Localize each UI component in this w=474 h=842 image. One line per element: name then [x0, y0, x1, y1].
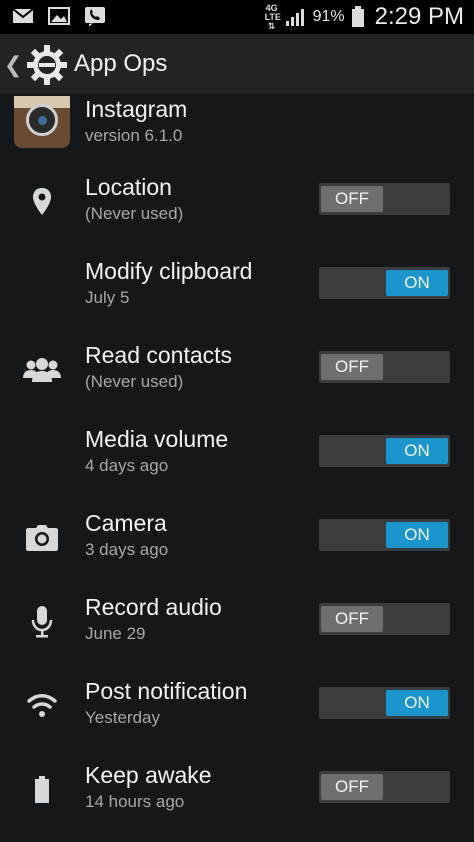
- record-audio-toggle[interactable]: OFF: [319, 603, 450, 635]
- camera-icon: [22, 520, 62, 556]
- permission-row-location[interactable]: Location (Never used) OFF: [0, 160, 474, 244]
- permission-title: Camera: [85, 510, 167, 536]
- permission-row-post-notification[interactable]: Post notification Yesterday ON: [0, 664, 474, 748]
- permission-row-camera[interactable]: Camera 3 days ago ON: [0, 496, 474, 580]
- permission-row-read-contacts[interactable]: Read contacts (Never used) OFF: [0, 328, 474, 412]
- image-icon: [48, 7, 70, 25]
- app-ops-list: Instagram version 6.1.0 Location (Never …: [0, 96, 474, 842]
- missed-call-icon: [85, 7, 105, 26]
- permission-last-used: (Never used): [85, 204, 184, 223]
- post-notification-toggle[interactable]: ON: [319, 687, 450, 719]
- permission-title: Record audio: [85, 594, 222, 620]
- battery-icon: [22, 772, 62, 808]
- permission-last-used: (Never used): [85, 372, 184, 391]
- permission-title: Post notification: [85, 678, 248, 704]
- keep-awake-toggle[interactable]: OFF: [319, 771, 450, 803]
- toggle-state-label: ON: [386, 522, 448, 548]
- back-icon[interactable]: ❮: [4, 52, 22, 78]
- wifi-icon: [22, 688, 62, 724]
- media-volume-toggle[interactable]: ON: [319, 435, 450, 467]
- permission-title: Modify clipboard: [85, 258, 253, 284]
- permission-last-used: 14 hours ago: [85, 792, 185, 811]
- permission-title: Location: [85, 174, 172, 200]
- permission-title: Keep awake: [85, 762, 212, 788]
- location-icon: [22, 184, 62, 220]
- permission-last-used: Yesterday: [85, 708, 160, 727]
- battery-status-icon: [351, 6, 364, 27]
- modify-clipboard-toggle[interactable]: ON: [319, 267, 450, 299]
- permission-row-record-audio[interactable]: Record audio June 29 OFF: [0, 580, 474, 664]
- location-toggle[interactable]: OFF: [319, 183, 450, 215]
- permission-row-media-volume[interactable]: Media volume 4 days ago ON: [0, 412, 474, 496]
- toggle-state-label: ON: [386, 438, 448, 464]
- app-version: version 6.1.0: [85, 126, 183, 145]
- app-name: Instagram: [85, 96, 188, 122]
- instagram-app-icon: [14, 96, 70, 148]
- permission-row-modify-clipboard[interactable]: Modify clipboard July 5 ON: [0, 244, 474, 328]
- toggle-state-label: ON: [386, 690, 448, 716]
- toggle-state-label: OFF: [321, 186, 383, 212]
- permission-last-used: July 5: [85, 288, 130, 307]
- toggle-state-label: OFF: [321, 606, 383, 632]
- settings-gear-icon[interactable]: [26, 44, 68, 86]
- signal-icon: [285, 9, 304, 26]
- toggle-state-label: ON: [386, 270, 448, 296]
- email-icon: [12, 8, 34, 23]
- contacts-icon: [22, 352, 62, 388]
- permission-title: Media volume: [85, 426, 229, 452]
- toggle-state-label: OFF: [321, 774, 383, 800]
- microphone-icon: [22, 604, 62, 640]
- status-bar: 4G LTE ⇅ 91% 2:29 PM: [0, 0, 474, 34]
- permission-last-used: June 29: [85, 624, 146, 643]
- page-title: App Ops: [74, 50, 168, 77]
- clock: 2:29 PM: [374, 3, 464, 30]
- permission-row-keep-awake[interactable]: Keep awake 14 hours ago OFF: [0, 748, 474, 832]
- read-contacts-toggle[interactable]: OFF: [319, 351, 450, 383]
- permission-title: Read contacts: [85, 342, 233, 368]
- camera-toggle[interactable]: ON: [319, 519, 450, 551]
- network-type-indicator: 4G LTE ⇅: [264, 2, 281, 31]
- action-bar: ❮ App Ops: [0, 34, 474, 96]
- permission-last-used: 3 days ago: [85, 540, 169, 559]
- battery-percent: 91%: [312, 8, 345, 25]
- permission-last-used: 4 days ago: [85, 456, 169, 475]
- app-header: Instagram version 6.1.0: [0, 96, 474, 160]
- toggle-state-label: OFF: [321, 354, 383, 380]
